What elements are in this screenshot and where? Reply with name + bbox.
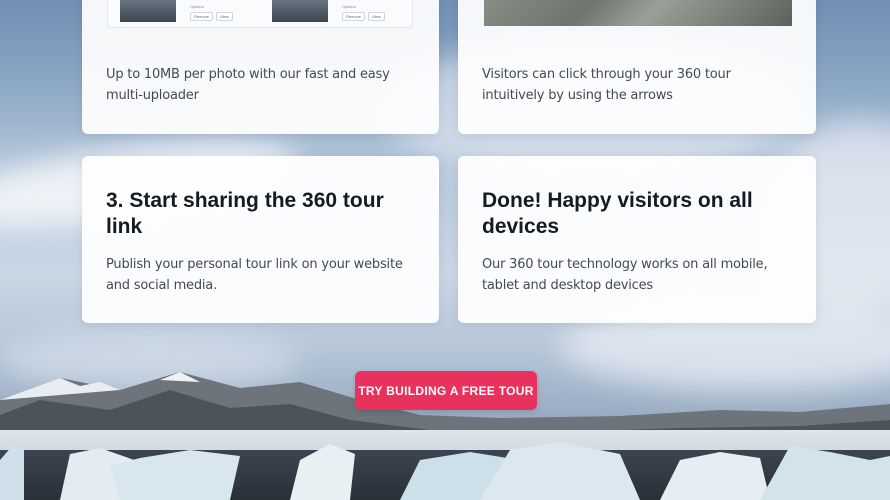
card-description: Publish your personal tour link on your … <box>106 257 403 293</box>
card-title: 3. Start sharing the 360 tour link <box>106 189 384 238</box>
card-title: Done! Happy visitors on all devices <box>482 189 753 238</box>
photo-thumbnail <box>120 0 176 22</box>
feature-card-sharing: 3. Start sharing the 360 tour link Publi… <box>82 156 439 323</box>
card-description: Our 360 tour technology works on all mob… <box>482 257 768 293</box>
tour-preview-image <box>484 0 792 26</box>
remove-button[interactable]: Remove <box>342 12 365 21</box>
try-free-tour-button[interactable]: TRY BUILDING A FREE TOUR <box>355 371 537 410</box>
options-label: Options <box>190 4 204 9</box>
feature-card-navigation: Visitors can click through your 360 tour… <box>458 0 816 134</box>
card-description: Up to 10MB per photo with our fast and e… <box>106 67 390 103</box>
view-button[interactable]: View <box>216 12 233 21</box>
uploader-preview: Options Remove View Options Remove View <box>107 0 413 28</box>
feature-card-devices: Done! Happy visitors on all devices Our … <box>458 156 816 323</box>
options-label: Options <box>342 4 356 9</box>
view-button[interactable]: View <box>368 12 385 21</box>
icebergs <box>0 442 890 500</box>
feature-card-uploader: Options Remove View Options Remove View … <box>82 0 439 134</box>
card-description: Visitors can click through your 360 tour… <box>482 67 731 103</box>
remove-button[interactable]: Remove <box>190 12 213 21</box>
photo-thumbnail <box>272 0 328 22</box>
